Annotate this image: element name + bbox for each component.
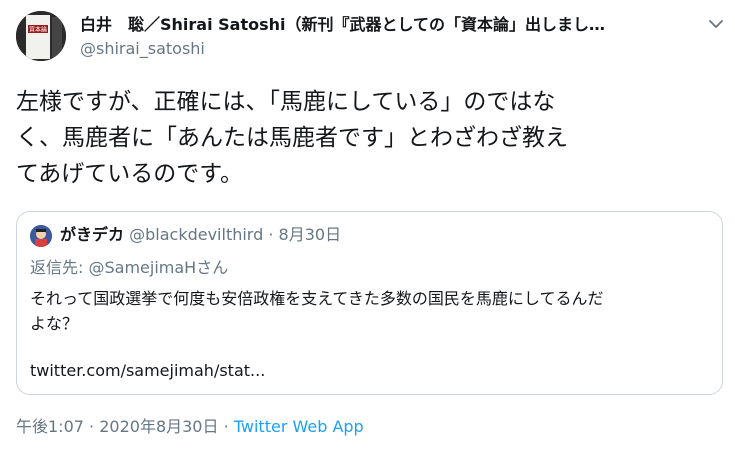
quoted-tweet-card[interactable]: がきデカ @blackdevilthird · 8月30日 返信先: @Same… (16, 211, 723, 395)
quoted-handle: @blackdevilthird (129, 225, 264, 244)
avatar-cover-text: 資本論 (29, 26, 47, 34)
quoted-avatar (30, 225, 52, 247)
reply-context: 返信先: @SamejimaHさん (30, 256, 228, 280)
author-name[interactable]: 白井 聡／Shirai Satoshi（新刊『武器としての「資本論」出しまし… (80, 13, 680, 37)
quoted-header: がきデカ @blackdevilthird · 8月30日 (60, 223, 341, 247)
reply-prefix: 返信先: (30, 258, 84, 277)
tweet-text: 左様ですが、正確には、「馬鹿にしている」のではな く、馬鹿者に「あんたは馬鹿者で… (16, 84, 721, 192)
quoted-date: 8月30日 (278, 225, 342, 244)
chevron-down-icon[interactable] (705, 13, 727, 35)
quoted-separator: · (268, 225, 274, 244)
author-avatar[interactable]: 資本論 (16, 11, 66, 61)
footer-separator: · (223, 417, 229, 436)
tweet-date[interactable]: 2020年8月30日 (99, 417, 218, 436)
tweet-footer: 午後1:07 · 2020年8月30日 · Twitter Web App (16, 415, 364, 439)
source-app-link[interactable]: Twitter Web App (234, 417, 364, 436)
tweet-line: く、馬鹿者に「あんたは馬鹿者です」とわざわざ教え (16, 125, 568, 151)
reply-mention[interactable]: @SamejimaHさん (89, 258, 229, 277)
author-handle[interactable]: @shirai_satoshi (80, 38, 205, 60)
tweet-line: てあげているのです。 (16, 161, 244, 187)
quoted-body-line: それって国政選挙で何度も安倍政権を支えてきた多数の国民を馬鹿にしてるんだ (30, 289, 604, 308)
quoted-name: がきデカ (60, 225, 125, 244)
quoted-body: それって国政選挙で何度も安倍政権を支えてきた多数の国民を馬鹿にしてるんだ よな？ (30, 286, 710, 336)
tweet-time[interactable]: 午後1:07 (16, 417, 84, 436)
tweet-line: 左様ですが、正確には、「馬鹿にしている」のではな (16, 89, 556, 115)
footer-separator: · (89, 417, 95, 436)
quoted-link[interactable]: twitter.com/samejimah/stat... (30, 359, 265, 383)
quoted-body-line: よな？ (30, 314, 79, 333)
